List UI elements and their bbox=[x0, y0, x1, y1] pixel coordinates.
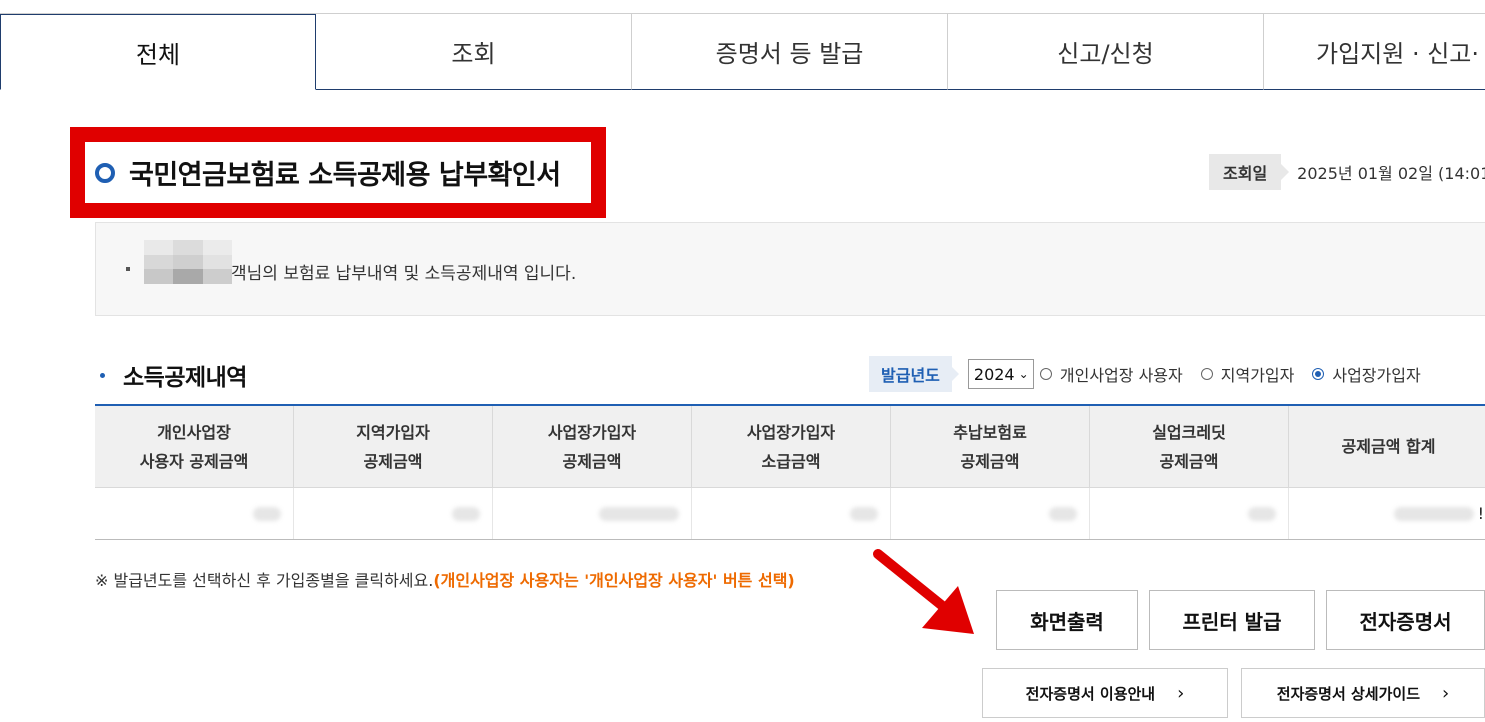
section-bullet-icon bbox=[100, 372, 105, 378]
cell-overflow: ! bbox=[1477, 504, 1484, 523]
section-title: 소득공제내역 bbox=[100, 358, 247, 392]
radio-workplace[interactable]: 사업장가입자 bbox=[1312, 362, 1421, 386]
column-header: 지역가입자 공제금액 bbox=[294, 406, 493, 487]
note-highlight: (개인사업장 사용자는 '개인사업장 사용자' 버튼 선택) bbox=[433, 571, 795, 590]
table-row: ! bbox=[95, 488, 1485, 540]
blurred-value bbox=[1393, 506, 1474, 521]
inquiry-date-value: 2025년 01월 02일 (14:01) bbox=[1297, 164, 1485, 183]
column-header: 추납보험료 공제금액 bbox=[891, 406, 1090, 487]
tab-all[interactable]: 전체 bbox=[0, 14, 316, 90]
section-title-text: 소득공제내역 bbox=[123, 365, 247, 391]
e-cert-detail-guide-link[interactable]: 전자증명서 상세가이드 › bbox=[1241, 668, 1485, 718]
radio-label: 개인사업장 사용자 bbox=[1059, 366, 1183, 385]
printer-issue-button[interactable]: 프린터 발급 bbox=[1149, 590, 1315, 650]
e-certificate-button[interactable]: 전자증명서 bbox=[1326, 590, 1485, 650]
blurred-value bbox=[1049, 506, 1077, 521]
table-header: 개인사업장 사용자 공제금액 지역가입자 공제금액 사업장가입자 공제금액 사업… bbox=[95, 406, 1485, 488]
e-cert-detail-guide-label: 전자증명서 상세가이드 bbox=[1276, 684, 1421, 703]
tab-join-support[interactable]: 가입지원 · 신고· bbox=[1264, 14, 1485, 90]
column-header: 실업크레딧 공제금액 bbox=[1090, 406, 1289, 487]
column-header: 공제금액 합계 bbox=[1341, 437, 1436, 456]
info-box: 객님의 보험료 납부내역 및 소득공제내역 입니다. bbox=[95, 222, 1485, 316]
tab-certificate-issue[interactable]: 증명서 등 발급 bbox=[632, 14, 948, 90]
table-cell bbox=[493, 488, 692, 539]
radio-label: 사업장가입자 bbox=[1332, 366, 1421, 385]
blurred-value bbox=[850, 506, 878, 521]
blurred-value bbox=[1248, 506, 1276, 521]
info-bullet-icon bbox=[126, 267, 130, 271]
filter-bar: 발급년도 2024 ⌄ 개인사업장 사용자 지역가입자 사업장가입자 bbox=[869, 356, 1433, 392]
e-cert-guide-link[interactable]: 전자증명서 이용안내 › bbox=[982, 668, 1228, 718]
page-title-highlight: 국민연금보험료 소득공제용 납부확인서 bbox=[70, 127, 606, 218]
page-title: 국민연금보험료 소득공제용 납부확인서 bbox=[129, 160, 561, 191]
radio-label: 지역가입자 bbox=[1220, 366, 1295, 385]
table-cell bbox=[891, 488, 1090, 539]
inquiry-date: 조회일 2025년 01월 02일 (14:01) bbox=[1209, 154, 1485, 190]
column-header: 개인사업장 사용자 공제금액 bbox=[95, 406, 294, 487]
tab-report-apply[interactable]: 신고/신청 bbox=[948, 14, 1264, 90]
chevron-right-icon: › bbox=[1442, 682, 1450, 704]
issue-year-select[interactable]: 2024 ⌄ bbox=[967, 359, 1034, 389]
blurred-value bbox=[599, 506, 679, 521]
chevron-down-icon: ⌄ bbox=[1018, 367, 1029, 381]
issue-year-label: 발급년도 bbox=[869, 356, 959, 392]
table-cell bbox=[692, 488, 891, 539]
table-cell: ! bbox=[1289, 488, 1485, 539]
e-cert-guide-label: 전자증명서 이용안내 bbox=[1025, 684, 1156, 703]
blurred-value bbox=[253, 506, 281, 521]
inquiry-date-label: 조회일 bbox=[1209, 154, 1290, 190]
deduction-table: 개인사업장 사용자 공제금액 지역가입자 공제금액 사업장가입자 공제금액 사업… bbox=[95, 404, 1485, 540]
annotation-arrow-icon bbox=[873, 549, 974, 634]
masked-name bbox=[144, 240, 232, 284]
info-text: 객님의 보험료 납부내역 및 소득공제내역 입니다. bbox=[231, 264, 577, 284]
column-header: 사업장가입자 소급금액 bbox=[692, 406, 891, 487]
column-header: 사업장가입자 공제금액 bbox=[493, 406, 692, 487]
table-cell bbox=[1090, 488, 1289, 539]
table-cell bbox=[95, 488, 294, 539]
screen-print-button[interactable]: 화면출력 bbox=[996, 590, 1138, 650]
issue-year-value: 2024 bbox=[973, 364, 1015, 384]
radio-personal-employer[interactable]: 개인사업장 사용자 bbox=[1039, 362, 1183, 386]
category-tabs: 전체 조회 증명서 등 발급 신고/신청 가입지원 · 신고· bbox=[0, 13, 1485, 90]
instruction-note: ※ 발급년도를 선택하신 후 가입종별을 클릭하세요.(개인사업장 사용자는 '… bbox=[95, 567, 795, 591]
chevron-right-icon: › bbox=[1177, 682, 1185, 704]
blurred-value bbox=[452, 506, 480, 521]
radio-circle-checked-icon[interactable] bbox=[1312, 368, 1325, 380]
radio-circle-icon[interactable] bbox=[1200, 368, 1213, 380]
tab-inquiry[interactable]: 조회 bbox=[316, 14, 632, 90]
table-cell bbox=[294, 488, 493, 539]
note-text: ※ 발급년도를 선택하신 후 가입종별을 클릭하세요. bbox=[95, 571, 434, 590]
radio-regional[interactable]: 지역가입자 bbox=[1200, 362, 1295, 386]
title-bullet-icon bbox=[95, 162, 115, 183]
radio-circle-icon[interactable] bbox=[1039, 368, 1052, 380]
